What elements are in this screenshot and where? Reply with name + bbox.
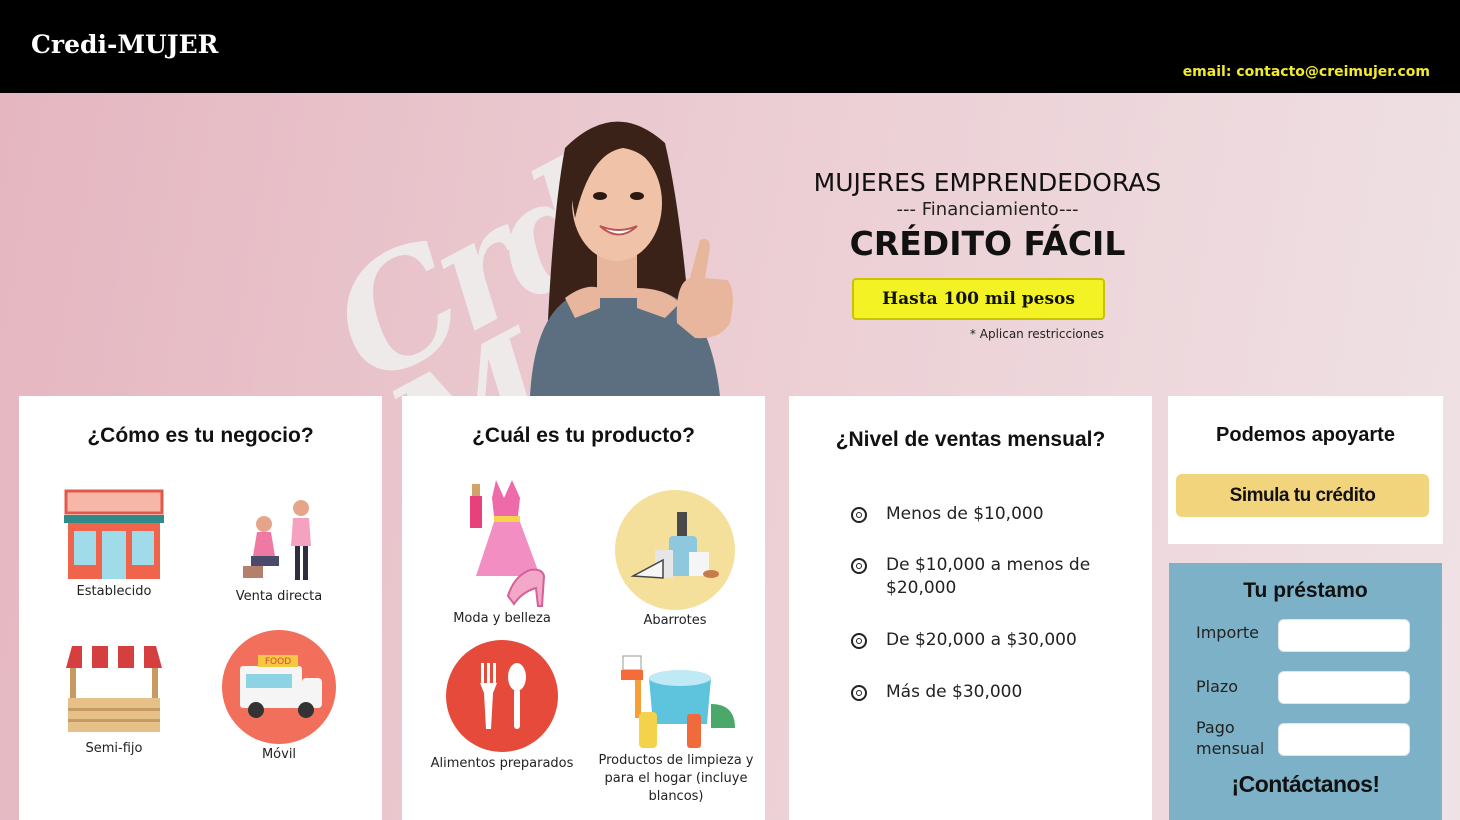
sales-level-title: ¿Nivel de ventas mensual? <box>835 428 1106 451</box>
sales-option-label: De $20,000 a $30,000 <box>886 630 1077 650</box>
sales-option-label: Más de $30,000 <box>886 682 1023 702</box>
option-venta-directa[interactable]: Venta directa <box>214 494 344 606</box>
sales-option-3[interactable]: De $20,000 a $30,000 <box>851 629 1106 652</box>
sales-option-4[interactable]: Más de $30,000 <box>851 681 1106 704</box>
amount-badge[interactable]: Hasta 100 mil pesos <box>852 278 1105 320</box>
contact-button[interactable]: ¡Contáctanos! <box>1169 771 1442 798</box>
hero-headline-big: CRÉDITO FÁCIL <box>849 224 1126 263</box>
radio-icon[interactable] <box>851 685 867 701</box>
loan-title: Tu préstamo <box>1243 579 1368 602</box>
option-abarrotes[interactable]: Abarrotes <box>605 490 745 630</box>
option-semi-fijo[interactable]: Semi-fijo <box>54 642 174 758</box>
term-label: Plazo <box>1196 677 1239 696</box>
market-stall-icon <box>66 646 162 732</box>
hero-title: MUJERES EMPRENDEDORAS <box>813 168 1162 197</box>
business-type-card: ¿Cómo es tu negocio? Establecido Venta d… <box>19 396 382 820</box>
option-label: Abarrotes <box>643 613 707 628</box>
term-field[interactable] <box>1278 671 1410 704</box>
option-movil[interactable]: FOOD Móvil <box>214 630 344 764</box>
top-bar: Credi-MUJER email: contacto@creimujer.co… <box>0 0 1460 93</box>
contact-email[interactable]: email: contacto@creimujer.com <box>1183 64 1430 80</box>
sales-option-label: De $10,000 a menos de $20,000 <box>886 555 1091 598</box>
business-type-title: ¿Cómo es tu negocio? <box>87 424 314 447</box>
option-label: Moda y belleza <box>453 611 551 626</box>
monthly-payment-label: Pago mensual <box>1196 718 1265 758</box>
amount-label: Importe <box>1196 623 1259 642</box>
option-label: Semi-fijo <box>85 741 143 756</box>
option-label: Establecido <box>76 584 152 599</box>
hero-headline: MUJERES EMPRENDEDORAS --- Financiamiento… <box>760 168 1215 263</box>
radio-icon[interactable] <box>851 507 867 523</box>
sales-option-1[interactable]: Menos de $10,000 <box>851 503 1106 526</box>
support-title: Podemos apoyarte <box>1216 424 1395 446</box>
option-limpieza-hogar[interactable]: Productos de limpieza y para el hogar (i… <box>592 654 760 806</box>
cleaning-icon <box>621 655 735 748</box>
storefront-icon <box>64 489 164 579</box>
brand-logo[interactable]: Credi-MUJER <box>31 30 218 59</box>
food-truck-icon: FOOD <box>222 630 336 744</box>
fork-spoon-icon <box>446 640 558 752</box>
restrictions-note: * Aplican restricciones <box>969 327 1104 341</box>
direct-sales-icon <box>243 500 311 580</box>
option-label: Móvil <box>261 747 297 762</box>
radio-icon[interactable] <box>851 633 867 649</box>
radio-icon[interactable] <box>851 558 867 574</box>
groceries-icon <box>615 490 735 610</box>
simulate-credit-button[interactable]: Simula tu crédito <box>1176 474 1429 517</box>
sales-option-label: Menos de $10,000 <box>886 504 1044 524</box>
hero-woman-image <box>505 108 775 396</box>
option-label: Productos de limpieza y para el hogar (i… <box>598 753 754 804</box>
amount-field[interactable] <box>1278 619 1410 652</box>
product-type-title: ¿Cuál es tu producto? <box>472 424 695 447</box>
monthly-payment-field[interactable] <box>1278 723 1410 756</box>
option-label: Venta directa <box>235 589 323 604</box>
option-label: Alimentos preparados <box>430 756 574 771</box>
support-card: Podemos apoyarte Simula tu crédito <box>1168 396 1443 544</box>
option-alimentos-preparados[interactable]: Alimentos preparados <box>422 639 582 773</box>
hero-subtitle: --- Financiamiento--- <box>896 199 1079 220</box>
option-establecido[interactable]: Establecido <box>54 489 174 601</box>
product-type-card: ¿Cuál es tu producto? Moda y belleza Aba… <box>402 396 765 820</box>
option-moda-belleza[interactable]: Moda y belleza <box>442 476 562 628</box>
dress-icon <box>470 480 546 607</box>
sales-option-2[interactable]: De $10,000 a menos de $20,000 <box>851 554 1106 600</box>
food-badge-text: FOOD <box>265 657 291 667</box>
sales-level-card: ¿Nivel de ventas mensual? Menos de $10,0… <box>789 396 1152 820</box>
loan-panel: Tu préstamo Importe Plazo Pago mensual ¡… <box>1169 563 1442 820</box>
